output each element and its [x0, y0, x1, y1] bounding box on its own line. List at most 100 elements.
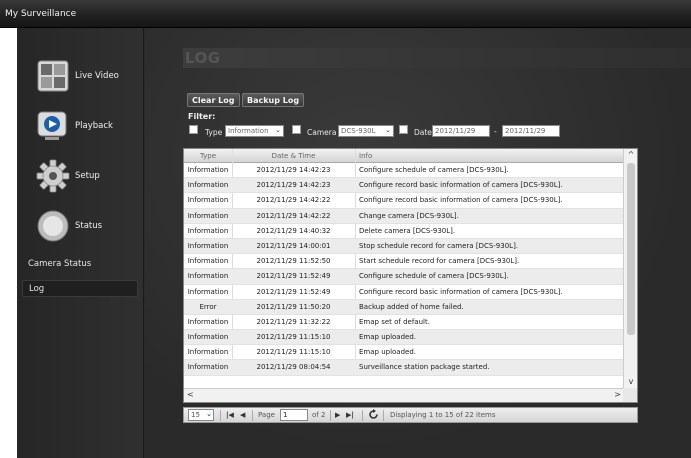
cell-info: Emap uploaded. [359, 333, 417, 342]
table-row[interactable]: Error 2012/11/29 11:50:20 Backup added of … [184, 299, 624, 315]
filter-label: Filter: [188, 112, 216, 121]
table-row[interactable]: Information 2012/11/29 14:00:01 Stop sched… [184, 238, 624, 255]
cell-date-time: 2012/11/29 14:40:32 [256, 226, 331, 235]
camera-filter-select[interactable]: DCS-930L ⌄ [338, 125, 394, 137]
cell-type: Information [187, 348, 229, 357]
main-content: LOG Clear Log Backup Log Filter: Type In… [145, 28, 691, 458]
scroll-right-icon[interactable]: > [614, 390, 621, 399]
table-row[interactable]: Information 2012/11/29 14:42:22 Change cam… [184, 208, 624, 224]
next-page-icon[interactable]: ▶ [335, 411, 340, 419]
cell-type: Information [187, 211, 229, 220]
nav-live-video[interactable]: Live Video [36, 59, 140, 95]
cell-type: Information [187, 241, 229, 250]
backup-log-button[interactable]: Backup Log [242, 93, 305, 107]
nav-setup-label: Setup [75, 171, 100, 181]
clear-log-button[interactable]: Clear Log [187, 93, 240, 107]
chevron-down-icon: ⌄ [206, 410, 212, 418]
cell-date-time: 2012/11/29 11:52:50 [256, 257, 331, 266]
cell-date-time: 2012/11/29 11:50:20 [256, 302, 331, 311]
sidebar-link-log[interactable]: Log [22, 280, 138, 297]
table-row[interactable]: Information 2012/11/29 11:15:10 Emap uploa… [184, 345, 624, 361]
live-video-icon [36, 59, 70, 93]
camera-filter-checkbox[interactable] [292, 125, 301, 134]
cell-type: Information [187, 317, 229, 326]
date-filter-checkbox[interactable] [399, 125, 408, 134]
type-filter-value: Information [228, 127, 269, 135]
type-filter-select[interactable]: Information ⌄ [225, 125, 284, 137]
cell-info: Configure record basic information of ca… [359, 196, 563, 205]
cell-date-time: 2012/11/29 11:52:49 [256, 287, 331, 296]
page-count-label: of 2 [312, 411, 326, 419]
last-page-icon[interactable]: ▶| [346, 411, 354, 419]
table-row[interactable]: Information 2012/11/29 11:52:49 Configure … [184, 269, 624, 285]
column-header-info[interactable]: Info [359, 152, 372, 160]
chevron-down-icon: ⌄ [275, 126, 281, 134]
column-header-type[interactable]: Type [184, 152, 232, 160]
cell-type: Information [187, 272, 229, 281]
cell-info: Configure schedule of camera [DCS-930L]. [359, 272, 509, 281]
cell-type: Information [187, 363, 229, 372]
cell-date-time: 2012/11/29 14:42:22 [256, 211, 331, 220]
scroll-left-icon[interactable]: < [187, 390, 194, 399]
pager-status: Displaying 1 to 15 of 22 items [390, 411, 496, 419]
table-row[interactable]: Information 2012/11/29 11:52:50 Start sche… [184, 254, 624, 270]
cell-info: Emap set of default. [359, 317, 430, 326]
refresh-icon[interactable] [368, 409, 379, 422]
cell-type: Information [187, 257, 229, 266]
table-row[interactable]: Information 2012/11/29 14:42:22 Configure … [184, 193, 624, 209]
table-row[interactable]: Information 2012/11/29 11:32:22 Emap set o… [184, 315, 624, 331]
date-from-input[interactable]: 2012/11/29 [432, 125, 490, 137]
nav-status[interactable]: Status [36, 209, 140, 245]
nav-setup[interactable]: Setup [36, 159, 140, 195]
page-size-select[interactable]: 15 ⌄ [188, 409, 214, 421]
type-filter-label: Type [205, 128, 223, 137]
cell-info: Configure record basic information of ca… [359, 181, 563, 190]
window-titlebar: My Surveillance [0, 0, 691, 28]
vertical-scrollbar[interactable]: ^ v [623, 149, 637, 390]
pager-divider [362, 410, 363, 421]
type-filter-checkbox[interactable] [189, 125, 198, 134]
cell-type: Information [187, 181, 229, 190]
first-page-icon[interactable]: |◀ [226, 411, 234, 419]
cell-date-time: 2012/11/29 14:42:23 [256, 181, 331, 190]
cell-info: Change camera [DCS-930L]. [359, 211, 459, 220]
table-row[interactable]: Information 2012/11/29 11:15:10 Emap uploa… [184, 330, 624, 346]
table-row[interactable]: Information 2012/11/29 08:04:54 Surveillan… [184, 360, 624, 376]
pager-divider [383, 410, 384, 421]
app-title: My Surveillance [5, 9, 77, 19]
cell-type: Information [187, 166, 229, 174]
pager-divider [220, 410, 221, 421]
scroll-up-icon[interactable]: ^ [624, 150, 638, 162]
nav-live-video-label: Live Video [75, 71, 119, 81]
nav-playback[interactable]: Playback [36, 109, 140, 145]
scroll-thumb[interactable] [627, 163, 635, 335]
cell-date-time: 2012/11/29 14:42:22 [256, 196, 331, 205]
log-grid: Type Date & Time Info Information 2012/11… [183, 148, 638, 403]
cell-date-time: 2012/11/29 14:42:23 [256, 166, 331, 174]
cell-type: Information [187, 226, 229, 235]
cell-date-time: 2012/11/29 14:00:01 [256, 241, 331, 250]
date-separator: - [494, 127, 497, 136]
grid-rows: Information 2012/11/29 14:42:23 Configure … [184, 163, 624, 376]
cell-info: Start schedule record for camera [DCS-93… [359, 257, 520, 266]
column-header-date-time[interactable]: Date & Time [232, 152, 355, 160]
prev-page-icon[interactable]: ◀ [240, 411, 245, 419]
page-label: Page [258, 411, 275, 419]
table-row[interactable]: Information 2012/11/29 11:52:49 Configure … [184, 285, 624, 300]
sidebar-link-camera-status[interactable]: Camera Status [22, 256, 138, 273]
status-icon [36, 209, 70, 243]
table-row[interactable]: Information 2012/11/29 14:42:23 Configure … [184, 163, 624, 179]
table-row[interactable]: Information 2012/11/29 14:40:32 Delete cam… [184, 224, 624, 239]
cell-date-time: 2012/11/29 08:04:54 [256, 363, 331, 372]
cell-info: Configure record basic information of ca… [359, 287, 563, 296]
cell-type: Information [187, 287, 229, 296]
table-row[interactable]: Information 2012/11/29 14:42:23 Configure … [184, 178, 624, 194]
cell-type: Error [199, 302, 217, 311]
date-to-input[interactable]: 2012/11/29 [502, 125, 560, 137]
page-number-input[interactable]: 1 [280, 409, 308, 421]
pager-divider [330, 410, 331, 421]
cell-type: Information [187, 196, 229, 205]
cell-date-time: 2012/11/29 11:15:10 [256, 333, 331, 342]
horizontal-scrollbar[interactable]: < > [184, 388, 624, 402]
scrollbar-corner [623, 388, 637, 402]
